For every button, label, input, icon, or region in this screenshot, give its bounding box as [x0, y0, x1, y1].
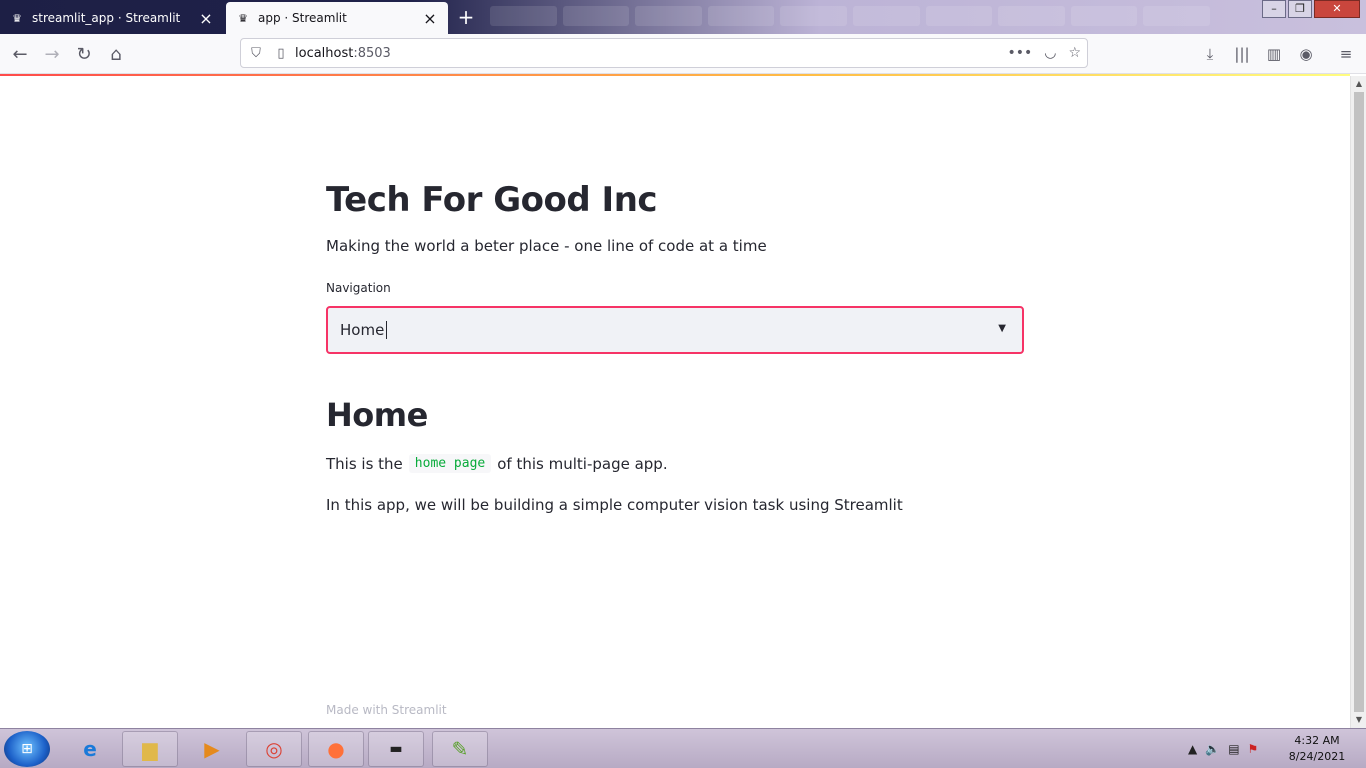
url-bar[interactable]: ⛉ ▯ localhost:8503 ••• ◡ ☆ [240, 38, 1088, 68]
scroll-up-icon[interactable]: ▲ [1351, 76, 1366, 92]
text-segment: of this multi-page app. [497, 454, 668, 473]
url-port: :8503 [353, 45, 391, 61]
scroll-down-icon[interactable]: ▼ [1351, 712, 1366, 728]
tab-title: app · Streamlit [258, 11, 347, 25]
background-tab[interactable] [998, 6, 1065, 26]
app-title: Tech For Good Inc [326, 180, 658, 220]
app-subtitle: Making the world a beter place - one lin… [326, 237, 767, 255]
background-tab[interactable] [1070, 6, 1138, 26]
app-description: In this app, we will be building a simpl… [326, 496, 903, 514]
notepad-icon[interactable]: ✎ [432, 731, 488, 767]
shield-icon[interactable]: ⛉ [241, 46, 271, 61]
footer-made-with-streamlit[interactable]: Made with Streamlit [326, 703, 447, 717]
navigation-label: Navigation [326, 281, 391, 295]
reload-icon[interactable]: ↻ [70, 40, 98, 68]
clock-date: 8/24/2021 [1288, 750, 1346, 763]
forward-arrow-icon[interactable]: → [38, 40, 66, 68]
sidebar-icon[interactable]: ▥ [1260, 40, 1288, 68]
back-arrow-icon[interactable]: ← [6, 40, 34, 68]
text-cursor [386, 321, 388, 339]
taskbar-clock[interactable]: 4:32 AM 8/24/2021 [1284, 733, 1350, 765]
clock-time: 4:32 AM [1294, 734, 1340, 747]
background-tab[interactable] [1143, 6, 1210, 26]
streamlit-crown-icon: ♛ [12, 11, 22, 25]
browser-nav-bar: ← → ↻ ⌂ ⛉ ▯ localhost:8503 ••• ◡ ☆ ⤓ |||… [0, 34, 1366, 74]
new-tab-button[interactable]: + [452, 4, 480, 30]
page-info-icon[interactable]: ▯ [271, 46, 291, 61]
download-icon[interactable]: ⤓ [1196, 40, 1224, 68]
pocket-icon[interactable]: ◡ [1044, 45, 1056, 61]
browser-tab-bar: ♛ streamlit_app · Streamlit × ♛ app · St… [0, 0, 1366, 34]
file-explorer-icon[interactable]: ▆ [122, 731, 178, 767]
volume-icon[interactable]: 🔈 [1205, 742, 1220, 756]
network-icon[interactable]: ▤ [1228, 742, 1239, 756]
close-icon[interactable]: × [198, 9, 214, 28]
streamlit-crown-icon: ♛ [238, 11, 248, 25]
tab-app[interactable]: ♛ app · Streamlit × [226, 2, 448, 34]
tab-streamlit-app[interactable]: ♛ streamlit_app · Streamlit × [0, 2, 224, 34]
firefox-icon[interactable]: ● [308, 731, 364, 767]
navigation-select-value: Home [340, 321, 385, 339]
page-heading: Home [326, 396, 428, 434]
menu-icon[interactable]: ≡ [1332, 40, 1360, 68]
background-tab[interactable] [707, 6, 775, 26]
bookmark-star-icon[interactable]: ☆ [1068, 45, 1081, 61]
chevron-down-icon[interactable]: ▼ [998, 323, 1006, 334]
media-player-icon[interactable]: ▶ [184, 731, 240, 767]
terminal-icon[interactable]: ▬ [368, 731, 424, 767]
background-tab[interactable] [562, 6, 630, 26]
background-tab[interactable] [780, 6, 847, 26]
page-content: Tech For Good Inc Making the world a bet… [0, 76, 1350, 728]
home-icon[interactable]: ⌂ [102, 40, 130, 68]
windows-start-icon[interactable]: ⊞ [4, 731, 50, 767]
navigation-select[interactable]: Home ▼ [326, 306, 1024, 354]
tray-icons: ▲ 🔈 ▤ ⚑ [1188, 742, 1258, 756]
text-segment: This is the [326, 454, 403, 473]
chrome-icon[interactable]: ◎ [246, 731, 302, 767]
url-host: localhost [295, 45, 354, 61]
url-text[interactable]: localhost:8503 [295, 46, 1007, 61]
background-tabs [490, 6, 1210, 28]
background-tab[interactable] [925, 6, 993, 26]
internet-explorer-icon[interactable]: e [62, 731, 118, 767]
background-tab[interactable] [852, 6, 920, 26]
account-icon[interactable]: ◉ [1292, 40, 1320, 68]
background-tab[interactable] [635, 6, 702, 26]
scrollbar-thumb[interactable] [1354, 92, 1364, 712]
action-center-icon[interactable]: ⚑ [1248, 742, 1259, 756]
inline-code: home page [408, 454, 492, 473]
minimize-button[interactable]: – [1262, 0, 1286, 18]
tab-title: streamlit_app · Streamlit [32, 11, 181, 25]
show-hidden-icons-icon[interactable]: ▲ [1188, 742, 1197, 756]
close-icon[interactable]: × [422, 9, 438, 28]
more-actions-icon[interactable]: ••• [1007, 45, 1032, 61]
home-description: This is the home page of this multi-page… [326, 454, 1024, 473]
background-tab[interactable] [490, 6, 557, 26]
url-actions: ••• ◡ ☆ [1007, 45, 1081, 61]
close-window-button[interactable]: ✕ [1314, 0, 1360, 18]
vertical-scrollbar[interactable]: ▲ ▼ [1350, 76, 1366, 728]
maximize-button[interactable]: ❐ [1288, 0, 1312, 18]
windows-taskbar: ⊞ e ▆ ▶ ◎ ● ▬ ✎ ▲ 🔈 ▤ ⚑ 4:32 AM 8/24/202… [0, 728, 1366, 768]
library-icon[interactable]: ||| [1228, 40, 1256, 68]
